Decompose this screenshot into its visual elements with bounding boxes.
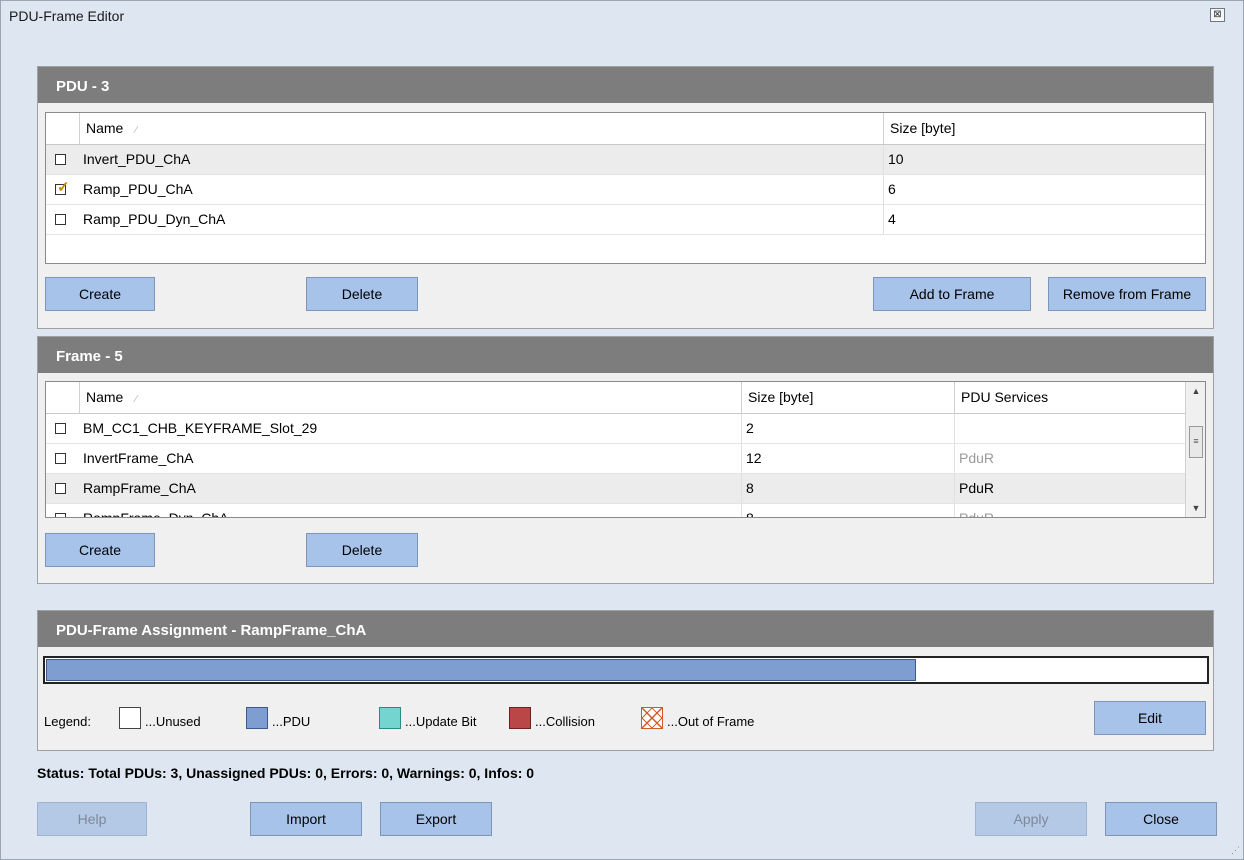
column-header-name-label: Name	[86, 389, 124, 405]
pdu-segment	[46, 659, 916, 681]
add-to-frame-button[interactable]: Add to Frame	[873, 277, 1031, 311]
delete-pdu-button[interactable]: Delete	[306, 277, 418, 311]
edit-button[interactable]: Edit	[1094, 701, 1206, 735]
row-checkbox[interactable]	[55, 154, 66, 165]
column-header-size[interactable]: Size [byte]	[883, 113, 1205, 144]
column-header-name[interactable]: Name ⁄	[79, 113, 883, 144]
pdu-name: Ramp_PDU_Dyn_ChA	[83, 211, 226, 227]
pdu-size: 6	[883, 175, 1205, 204]
row-checkbox-checked[interactable]	[55, 178, 70, 196]
table-row[interactable]: RampFrame_ChA 8 PduR	[46, 474, 1205, 504]
close-window-icon[interactable]: ⊠	[1210, 8, 1225, 22]
apply-button[interactable]: Apply	[975, 802, 1087, 836]
frame-pdu-services: PduR	[954, 444, 1177, 473]
scroll-up-icon[interactable]: ▲	[1186, 382, 1205, 400]
row-checkbox[interactable]	[55, 483, 66, 494]
column-header-name[interactable]: Name ⁄	[79, 382, 741, 413]
pdu-size: 10	[883, 145, 1205, 174]
update-bit-swatch	[379, 707, 401, 729]
frame-panel: Frame - 5 Name ⁄ Size [byte] PDU Services…	[37, 336, 1214, 584]
help-button[interactable]: Help	[37, 802, 147, 836]
window-title: PDU-Frame Editor	[9, 8, 125, 24]
column-header-size[interactable]: Size [byte]	[741, 382, 954, 413]
row-checkbox[interactable]	[55, 453, 66, 464]
frame-size: 8	[741, 474, 954, 503]
status-text: Status: Total PDUs: 3, Unassigned PDUs: …	[37, 765, 535, 781]
frame-pdu-services	[954, 414, 1177, 443]
create-pdu-button[interactable]: Create	[45, 277, 155, 311]
table-row[interactable]: RampFrame_Dyn_ChA 8 PduR	[46, 504, 1205, 518]
legend-label: Legend:	[44, 714, 91, 729]
delete-frame-button[interactable]: Delete	[306, 533, 418, 567]
frame-size: 12	[741, 444, 954, 473]
pdu-table-header: Name ⁄ Size [byte]	[46, 113, 1205, 145]
pdu-name: Invert_PDU_ChA	[83, 151, 191, 167]
row-checkbox[interactable]	[55, 214, 66, 225]
table-row[interactable]: InvertFrame_ChA 12 PduR	[46, 444, 1205, 474]
frame-name: RampFrame_ChA	[83, 480, 196, 496]
legend-pdu: ...PDU	[272, 714, 311, 729]
pdu-frame-editor-window: PDU-Frame Editor ⊠ PDU - 3 Name ⁄ Size [b…	[0, 0, 1244, 860]
frame-layout-bar	[43, 656, 1209, 684]
frame-table-scrollbar[interactable]: ▲ ≡ ▼	[1185, 382, 1205, 517]
pdu-swatch	[246, 707, 268, 729]
frame-size: 2	[741, 414, 954, 443]
resize-grip-icon[interactable]: ⋰	[1231, 845, 1240, 856]
sort-ascending-icon: ⁄	[135, 125, 138, 136]
frame-pdu-services: PduR	[954, 474, 1177, 503]
frame-size: 8	[741, 504, 954, 517]
pdu-panel-title: PDU - 3	[38, 67, 1213, 103]
close-button[interactable]: Close	[1105, 802, 1217, 836]
assignment-panel: PDU-Frame Assignment - RampFrame_ChA Leg…	[37, 610, 1214, 751]
create-frame-button[interactable]: Create	[45, 533, 155, 567]
frame-table: Name ⁄ Size [byte] PDU Services BM_CC1_CH…	[45, 381, 1206, 518]
legend-collision: ...Collision	[535, 714, 595, 729]
unused-swatch	[119, 707, 141, 729]
frame-name: BM_CC1_CHB_KEYFRAME_Slot_29	[83, 420, 318, 436]
pdu-table: Name ⁄ Size [byte] Invert_PDU_ChA 10 Ramp…	[45, 112, 1206, 264]
scroll-down-icon[interactable]: ▼	[1186, 499, 1205, 517]
table-row[interactable]: Ramp_PDU_ChA 6	[46, 175, 1205, 205]
frame-name: InvertFrame_ChA	[83, 450, 194, 466]
legend-update-bit: ...Update Bit	[405, 714, 477, 729]
row-checkbox[interactable]	[55, 513, 66, 517]
frame-panel-title: Frame - 5	[38, 337, 1213, 373]
import-button[interactable]: Import	[250, 802, 362, 836]
out-of-frame-pattern-icon	[642, 708, 662, 728]
legend-out-of-frame: ...Out of Frame	[667, 714, 755, 729]
table-row[interactable]: Ramp_PDU_Dyn_ChA 4	[46, 205, 1205, 235]
assignment-panel-title: PDU-Frame Assignment - RampFrame_ChA	[38, 611, 1213, 647]
title-bar: PDU-Frame Editor ⊠	[1, 1, 1243, 33]
column-header-name-label: Name	[86, 120, 124, 136]
frame-table-header: Name ⁄ Size [byte] PDU Services	[46, 382, 1205, 414]
frame-name: RampFrame_Dyn_ChA	[83, 510, 229, 518]
scroll-thumb[interactable]: ≡	[1189, 426, 1203, 458]
table-row[interactable]: Invert_PDU_ChA 10	[46, 145, 1205, 175]
sort-ascending-icon: ⁄	[135, 394, 138, 405]
legend-unused: ...Unused	[145, 714, 201, 729]
column-header-pdu-services[interactable]: PDU Services	[954, 382, 1177, 413]
export-button[interactable]: Export	[380, 802, 492, 836]
out-of-frame-swatch	[641, 707, 663, 729]
pdu-name: Ramp_PDU_ChA	[83, 181, 193, 197]
pdu-size: 4	[883, 205, 1205, 234]
collision-swatch	[509, 707, 531, 729]
pdu-panel: PDU - 3 Name ⁄ Size [byte] Invert_PDU_ChA…	[37, 66, 1214, 329]
row-checkbox[interactable]	[55, 423, 66, 434]
frame-pdu-services: PduR	[954, 504, 1177, 517]
table-row[interactable]: BM_CC1_CHB_KEYFRAME_Slot_29 2	[46, 414, 1205, 444]
remove-from-frame-button[interactable]: Remove from Frame	[1048, 277, 1206, 311]
